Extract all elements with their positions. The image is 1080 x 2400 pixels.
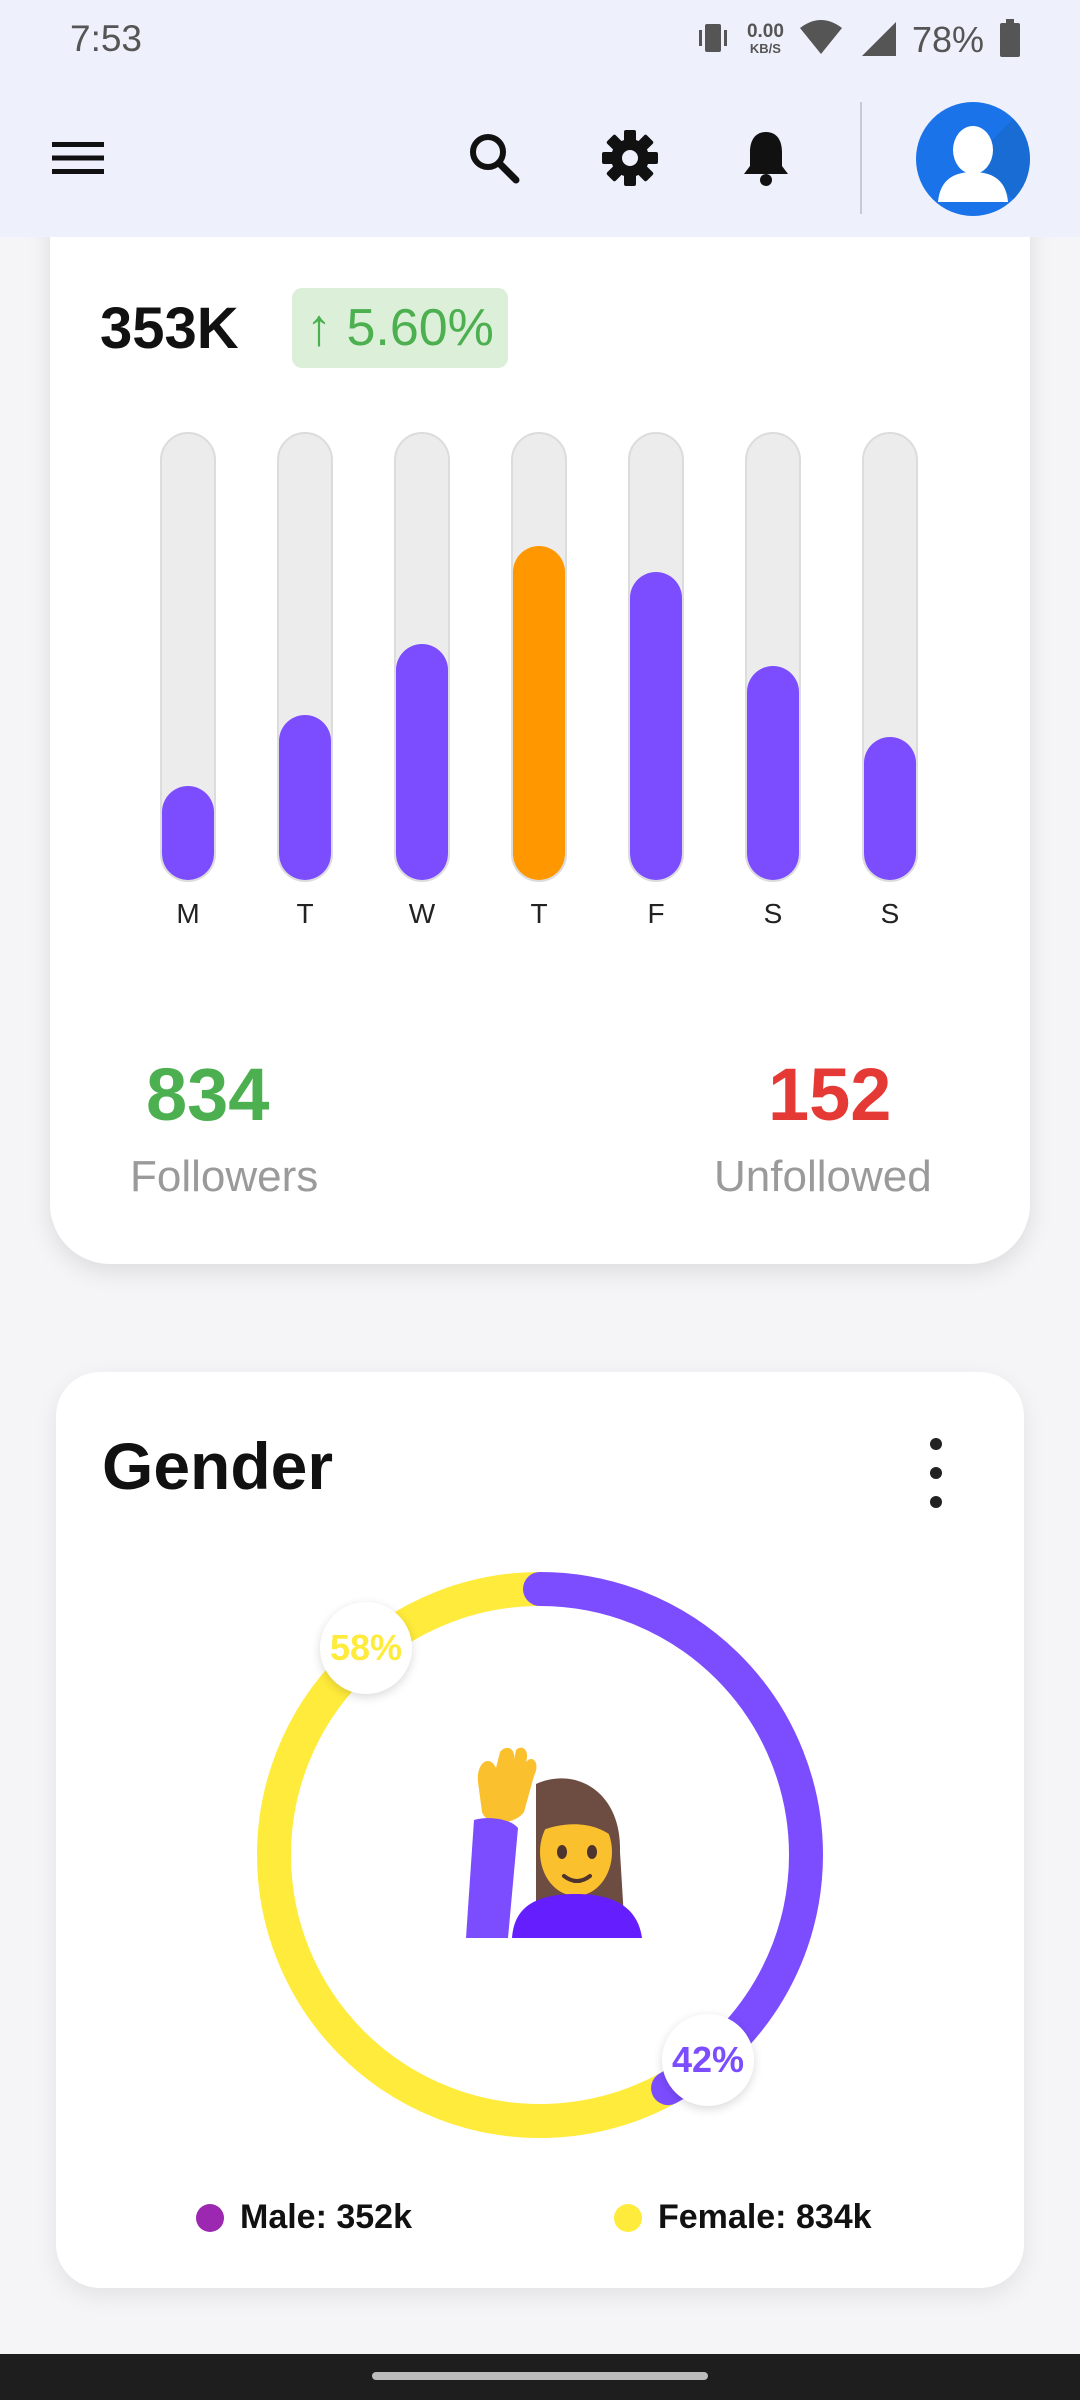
bar[interactable] [396, 643, 448, 880]
bar-track [862, 432, 918, 882]
net-speed-value: 0.00 [746, 21, 784, 42]
bar-track [160, 432, 216, 882]
bar[interactable] [513, 545, 565, 880]
legend-male: Male: 352k [196, 2198, 412, 2237]
female-percent-badge: 58% [320, 1602, 412, 1694]
bar-label: W [408, 898, 436, 929]
followers-label: Followers [130, 1152, 319, 1201]
bar-label: M [176, 898, 200, 929]
system-nav-bar [0, 2354, 1080, 2400]
weekly-bar-chart: MTWTFSS [50, 150, 1030, 950]
status-icons: 0.00 KB/S 78% [693, 14, 1022, 66]
followers-value: 834 [146, 1053, 270, 1136]
bar[interactable] [747, 665, 799, 880]
male-percent: 42% [671, 2039, 745, 2080]
bar-track [394, 432, 450, 882]
woman-raising-hand-emoji [466, 1747, 642, 1938]
net-speed-unit: KB/S [749, 41, 781, 56]
bar-track [277, 432, 333, 882]
wifi-icon [798, 18, 844, 63]
search-icon [470, 134, 520, 184]
bar[interactable] [279, 714, 331, 880]
bar-label: F [647, 898, 665, 929]
user-avatar-icon [938, 102, 1030, 216]
bar-label: S [763, 898, 783, 929]
male-percent-badge: 42% [662, 2014, 754, 2106]
bar-label: S [880, 898, 900, 929]
settings-icon [602, 130, 658, 186]
app-bar-divider [860, 102, 862, 214]
menu-button[interactable] [42, 122, 114, 194]
bar[interactable] [864, 737, 916, 880]
weekly-stats-card: 353K ↑ 5.60% MTWTFSS 834 Followers 152 U… [50, 150, 1030, 1264]
legend-male-label: Male: 352k [240, 2198, 412, 2236]
bar[interactable] [630, 572, 682, 880]
unfollowed-value: 152 [768, 1053, 892, 1136]
legend-female-label: Female: 834k [658, 2198, 872, 2236]
vibrate-icon [693, 18, 733, 63]
user-avatar[interactable] [916, 102, 1030, 216]
bar[interactable] [162, 786, 214, 880]
bar-track [745, 432, 801, 882]
search-button[interactable] [458, 122, 530, 194]
bar-track [511, 432, 567, 882]
net-speed: 0.00 KB/S [746, 21, 784, 57]
home-gesture-handle[interactable] [372, 2372, 708, 2380]
status-bar: 7:53 0.00 KB/S 78% [0, 0, 1080, 82]
battery-percent: 78% [911, 19, 984, 60]
status-time: 7:53 [70, 18, 143, 59]
bell-icon [744, 132, 788, 186]
battery-icon [998, 18, 1022, 63]
gender-card: Gender 58% 42% Male: 352k Female: 834k [56, 1372, 1024, 2288]
unfollowed-label: Unfollowed [714, 1152, 932, 1201]
legend-female-dot [614, 2203, 642, 2232]
bar-label: T [530, 898, 548, 929]
legend-male-dot [196, 2203, 224, 2232]
signal-icon [858, 18, 898, 63]
female-percent: 58% [329, 1627, 403, 1668]
app-bar [0, 82, 1080, 237]
bar-track [628, 432, 684, 882]
bar-label: T [296, 898, 314, 929]
settings-button[interactable] [594, 122, 666, 194]
legend-female: Female: 834k [614, 2198, 872, 2237]
notifications-button[interactable] [730, 122, 802, 194]
menu-icon [52, 142, 104, 174]
